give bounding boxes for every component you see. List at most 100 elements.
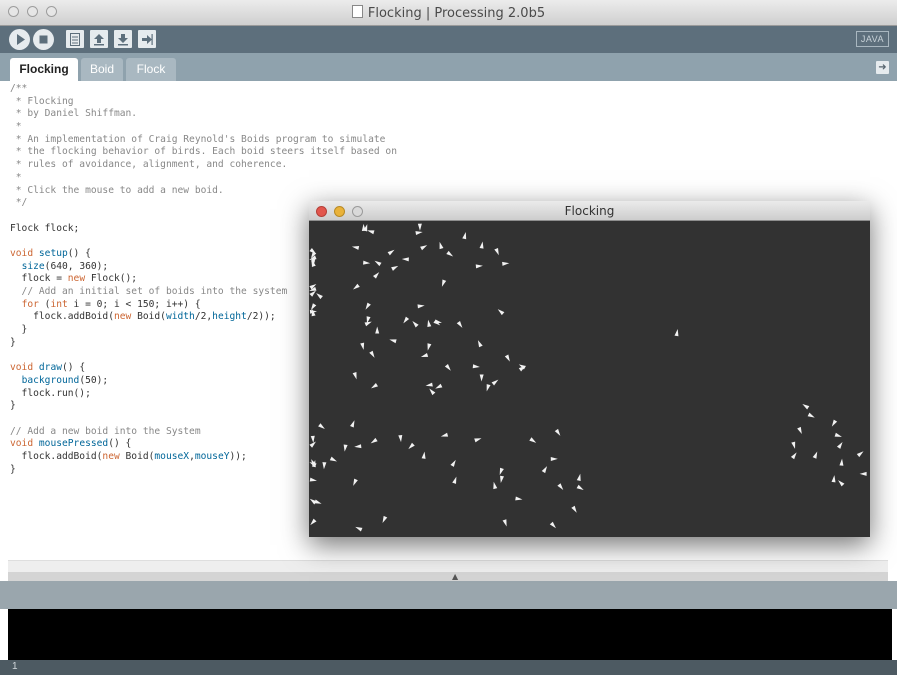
line-number-bar: 1 [0,660,897,675]
boid [429,388,436,396]
save-button[interactable] [114,30,132,48]
boid [456,320,463,328]
new-icon [70,32,80,46]
window-titlebar[interactable]: Flocking | Processing 2.0b5 [0,0,897,26]
boid [439,241,444,250]
boid [502,519,507,527]
boid [576,473,581,481]
boid [322,462,327,470]
boid [486,384,491,392]
boid [427,319,432,328]
boid [367,230,375,235]
toolbar: JAVA [0,26,897,53]
boid [494,247,499,256]
line-number: 1 [12,661,18,672]
boid [791,441,796,449]
boid [370,437,378,444]
tab-menu-arrow-icon[interactable]: ➜ [876,61,889,74]
boid [497,309,505,316]
tab-flock[interactable]: Flock [126,58,176,81]
boid [674,329,679,337]
boid [363,260,371,265]
boid [831,475,836,483]
boid [549,521,556,529]
boid [838,480,845,487]
boid [420,353,429,357]
boid [541,466,548,474]
boid [373,272,380,279]
boid [310,435,315,443]
document-icon [351,5,363,18]
boid [355,526,363,532]
boid [446,250,454,257]
tab-boid[interactable]: Boid [81,58,123,81]
boid [329,456,337,462]
boid [374,260,382,267]
code-line: * [10,171,22,183]
boid [502,261,510,266]
console-divider[interactable] [8,572,888,581]
boid [462,232,467,240]
boid [375,326,380,334]
boid [499,467,504,475]
sketch-window[interactable]: Flocking [309,201,870,537]
boid [318,423,325,430]
boid [812,451,818,459]
boid [550,456,558,461]
boid [441,279,447,287]
run-icon [17,34,25,45]
boid [500,475,504,483]
export-button[interactable] [138,30,156,48]
boid [790,452,797,460]
boid [444,364,451,371]
boid [417,304,425,309]
boid [425,382,433,387]
code-line: * rules of avoidance, alignment, and coh… [10,159,288,171]
boid [554,428,561,436]
boid [477,340,483,348]
tab-bar: Flocking Boid Flock ➜ [0,53,897,81]
stop-button[interactable] [33,29,54,50]
boid [450,459,456,467]
boid [834,432,842,437]
boid [353,478,358,486]
open-button[interactable] [90,30,108,48]
boid [408,442,415,450]
boid [351,246,360,250]
sketch-canvas[interactable] [309,221,870,537]
boid [427,343,432,351]
boid [856,451,864,458]
boid [316,293,323,300]
boid [472,364,480,369]
sketch-titlebar[interactable]: Flocking [309,201,870,221]
boid [382,515,388,524]
boid [364,321,372,327]
tab-flocking[interactable]: Flocking [10,58,78,81]
boid [491,379,499,386]
boid [391,265,399,271]
caret-up-icon[interactable]: ▲ [452,572,458,581]
boid [479,374,484,382]
new-button[interactable] [66,30,84,48]
boid [310,518,317,526]
boid [571,505,577,513]
boid [420,245,428,251]
boid [354,444,362,449]
boid [839,458,844,466]
boid [421,451,426,459]
boid [859,471,867,476]
boid [371,383,379,389]
status-bar [0,581,897,609]
boid [576,484,584,490]
boid [398,435,403,443]
run-button[interactable] [9,29,30,50]
console-area[interactable] [8,609,892,660]
mode-selector[interactable]: JAVA [855,31,889,47]
boid [412,320,419,328]
boid [415,231,423,236]
boid [309,477,317,482]
boid [515,496,523,501]
save-icon [118,33,128,45]
boid [557,483,564,491]
sketch-title: Flocking [564,204,615,218]
